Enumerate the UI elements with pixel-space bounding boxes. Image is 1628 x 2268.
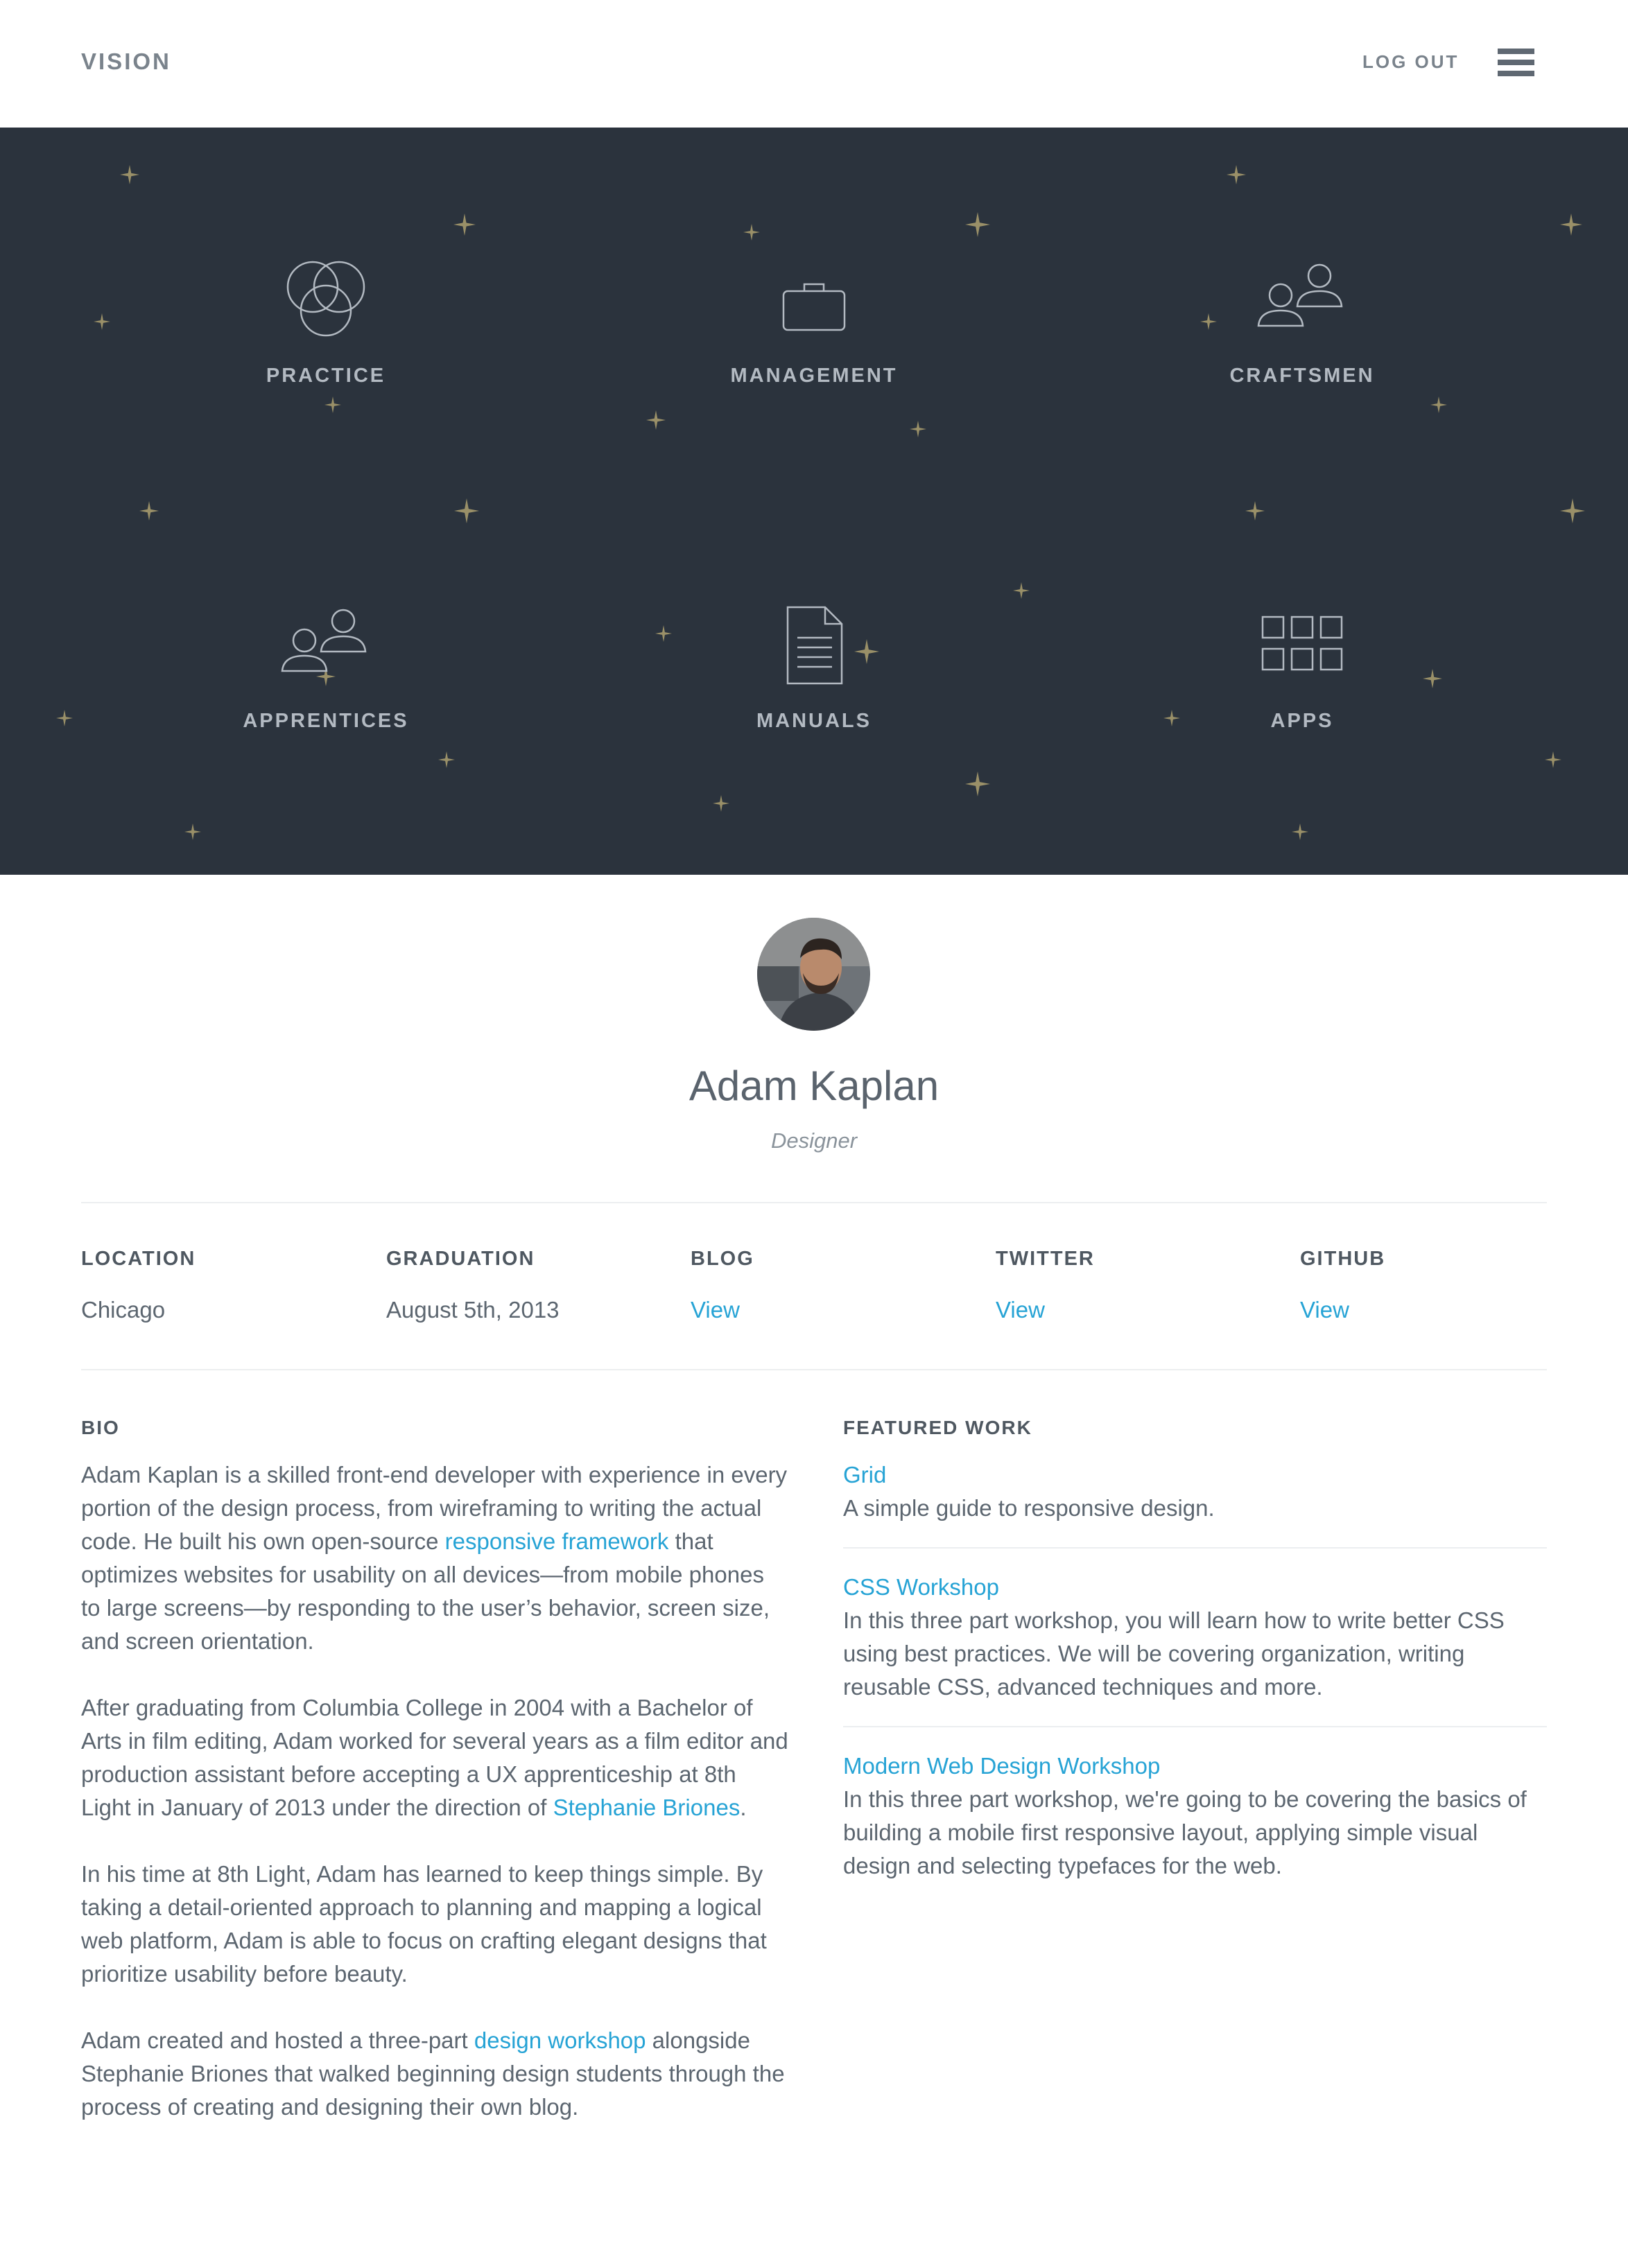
stat-twitter: TWITTER View — [996, 1248, 1287, 1323]
star-decoration — [120, 165, 139, 188]
divider — [81, 1202, 1547, 1203]
briefcase-icon — [634, 279, 994, 338]
divider — [843, 1726, 1547, 1727]
venn-circles-icon — [146, 259, 506, 346]
star-decoration — [453, 213, 476, 239]
people-icon — [146, 606, 506, 686]
star-decoration — [1245, 501, 1265, 524]
star-decoration — [1227, 165, 1246, 188]
star-decoration — [1560, 498, 1585, 527]
hero-nav-panel: PRACTICE MANAGEMENT CRAFTSMEN APPRENTICE… — [0, 128, 1628, 875]
star-decoration — [1560, 213, 1582, 239]
star-decoration — [454, 498, 479, 527]
bio-paragraph: After graduating from Columbia College i… — [81, 1695, 788, 1820]
star-decoration — [965, 212, 990, 241]
divider — [843, 1547, 1547, 1549]
hamburger-icon[interactable] — [1498, 49, 1534, 76]
star-decoration — [1545, 751, 1561, 771]
star-decoration — [1013, 582, 1030, 602]
document-icon — [634, 604, 994, 691]
grid-icon — [1122, 611, 1482, 684]
stat-graduation: GRADUATION August 5th, 2013 — [386, 1248, 677, 1323]
avatar — [757, 918, 870, 1031]
star-decoration — [713, 795, 729, 815]
stat-label: LOCATION — [81, 1248, 196, 1270]
featured-item-link[interactable]: CSS Workshop — [843, 1571, 1547, 1604]
star-decoration — [94, 313, 110, 333]
featured-item-desc: A simple guide to responsive design. — [843, 1495, 1215, 1521]
featured-item: Grid A simple guide to responsive design… — [843, 1458, 1547, 1525]
profile-role: Designer — [770, 1128, 858, 1153]
twitter-view-link[interactable]: View — [996, 1297, 1287, 1323]
blog-view-link[interactable]: View — [691, 1297, 982, 1323]
bio-heading: BIO — [81, 1417, 120, 1438]
stat-value: Chicago — [81, 1297, 166, 1323]
featured-item: CSS Workshop In this three part workshop… — [843, 1571, 1547, 1704]
divider — [81, 1369, 1547, 1370]
star-decoration — [743, 224, 760, 244]
stat-blog: BLOG View — [691, 1248, 982, 1323]
stat-location: LOCATION Chicago — [81, 1248, 372, 1323]
brand-logo[interactable]: VISION — [81, 49, 171, 75]
tile-manuals[interactable]: MANUALS — [634, 604, 994, 771]
bio-paragraph: Adam Kaplan is a skilled front-end devel… — [81, 1462, 788, 1654]
tile-label: PRACTICE — [266, 365, 386, 387]
bio-text: Adam Kaplan is a skilled front-end devel… — [81, 1458, 788, 2157]
featured-item-desc: In this three part workshop, you will le… — [843, 1607, 1505, 1700]
stat-label: GITHUB — [1300, 1248, 1386, 1270]
github-view-link[interactable]: View — [1300, 1297, 1591, 1323]
stephanie-briones-link[interactable]: Stephanie Briones — [553, 1795, 741, 1820]
stat-label: BLOG — [691, 1248, 754, 1270]
featured-work-heading: FEATURED WORK — [843, 1417, 1032, 1438]
stat-github: GITHUB View — [1300, 1248, 1591, 1323]
featured-item-link[interactable]: Grid — [843, 1458, 1547, 1492]
top-nav: VISION LOG OUT — [0, 0, 1628, 128]
tile-apps[interactable]: APPS — [1122, 604, 1482, 771]
tile-label: APPS — [1270, 710, 1334, 732]
featured-item-link[interactable]: Modern Web Design Workshop — [843, 1750, 1547, 1783]
tile-label: APPRENTICES — [243, 710, 409, 732]
logout-link[interactable]: LOG OUT — [1362, 51, 1459, 73]
design-workshop-link[interactable]: design workshop — [474, 2027, 646, 2053]
stat-label: TWITTER — [996, 1248, 1095, 1270]
star-decoration — [56, 710, 73, 730]
tile-craftsmen[interactable]: CRAFTSMEN — [1122, 259, 1482, 426]
featured-item: Modern Web Design Workshop In this three… — [843, 1750, 1547, 1883]
profile-name: Adam Kaplan — [689, 1063, 939, 1109]
tile-label: MANAGEMENT — [730, 365, 898, 387]
stat-value: August 5th, 2013 — [386, 1297, 560, 1323]
star-decoration — [184, 823, 201, 844]
star-decoration — [1292, 823, 1308, 844]
tile-apprentices[interactable]: APPRENTICES — [146, 604, 506, 771]
tile-management[interactable]: MANAGEMENT — [634, 259, 994, 426]
bio-paragraph: Adam created and hosted a three-part des… — [81, 2027, 785, 2120]
responsive-framework-link[interactable]: responsive framework — [445, 1528, 669, 1554]
tile-label: CRAFTSMEN — [1229, 365, 1375, 387]
star-decoration — [139, 501, 159, 524]
tile-practice[interactable]: PRACTICE — [146, 259, 506, 426]
bio-paragraph: In his time at 8th Light, Adam has learn… — [81, 1861, 767, 1987]
star-decoration — [965, 771, 990, 800]
people-icon — [1122, 261, 1482, 340]
featured-item-desc: In this three part workshop, we're going… — [843, 1786, 1527, 1878]
tile-label: MANUALS — [756, 710, 872, 732]
stat-label: GRADUATION — [386, 1248, 535, 1270]
